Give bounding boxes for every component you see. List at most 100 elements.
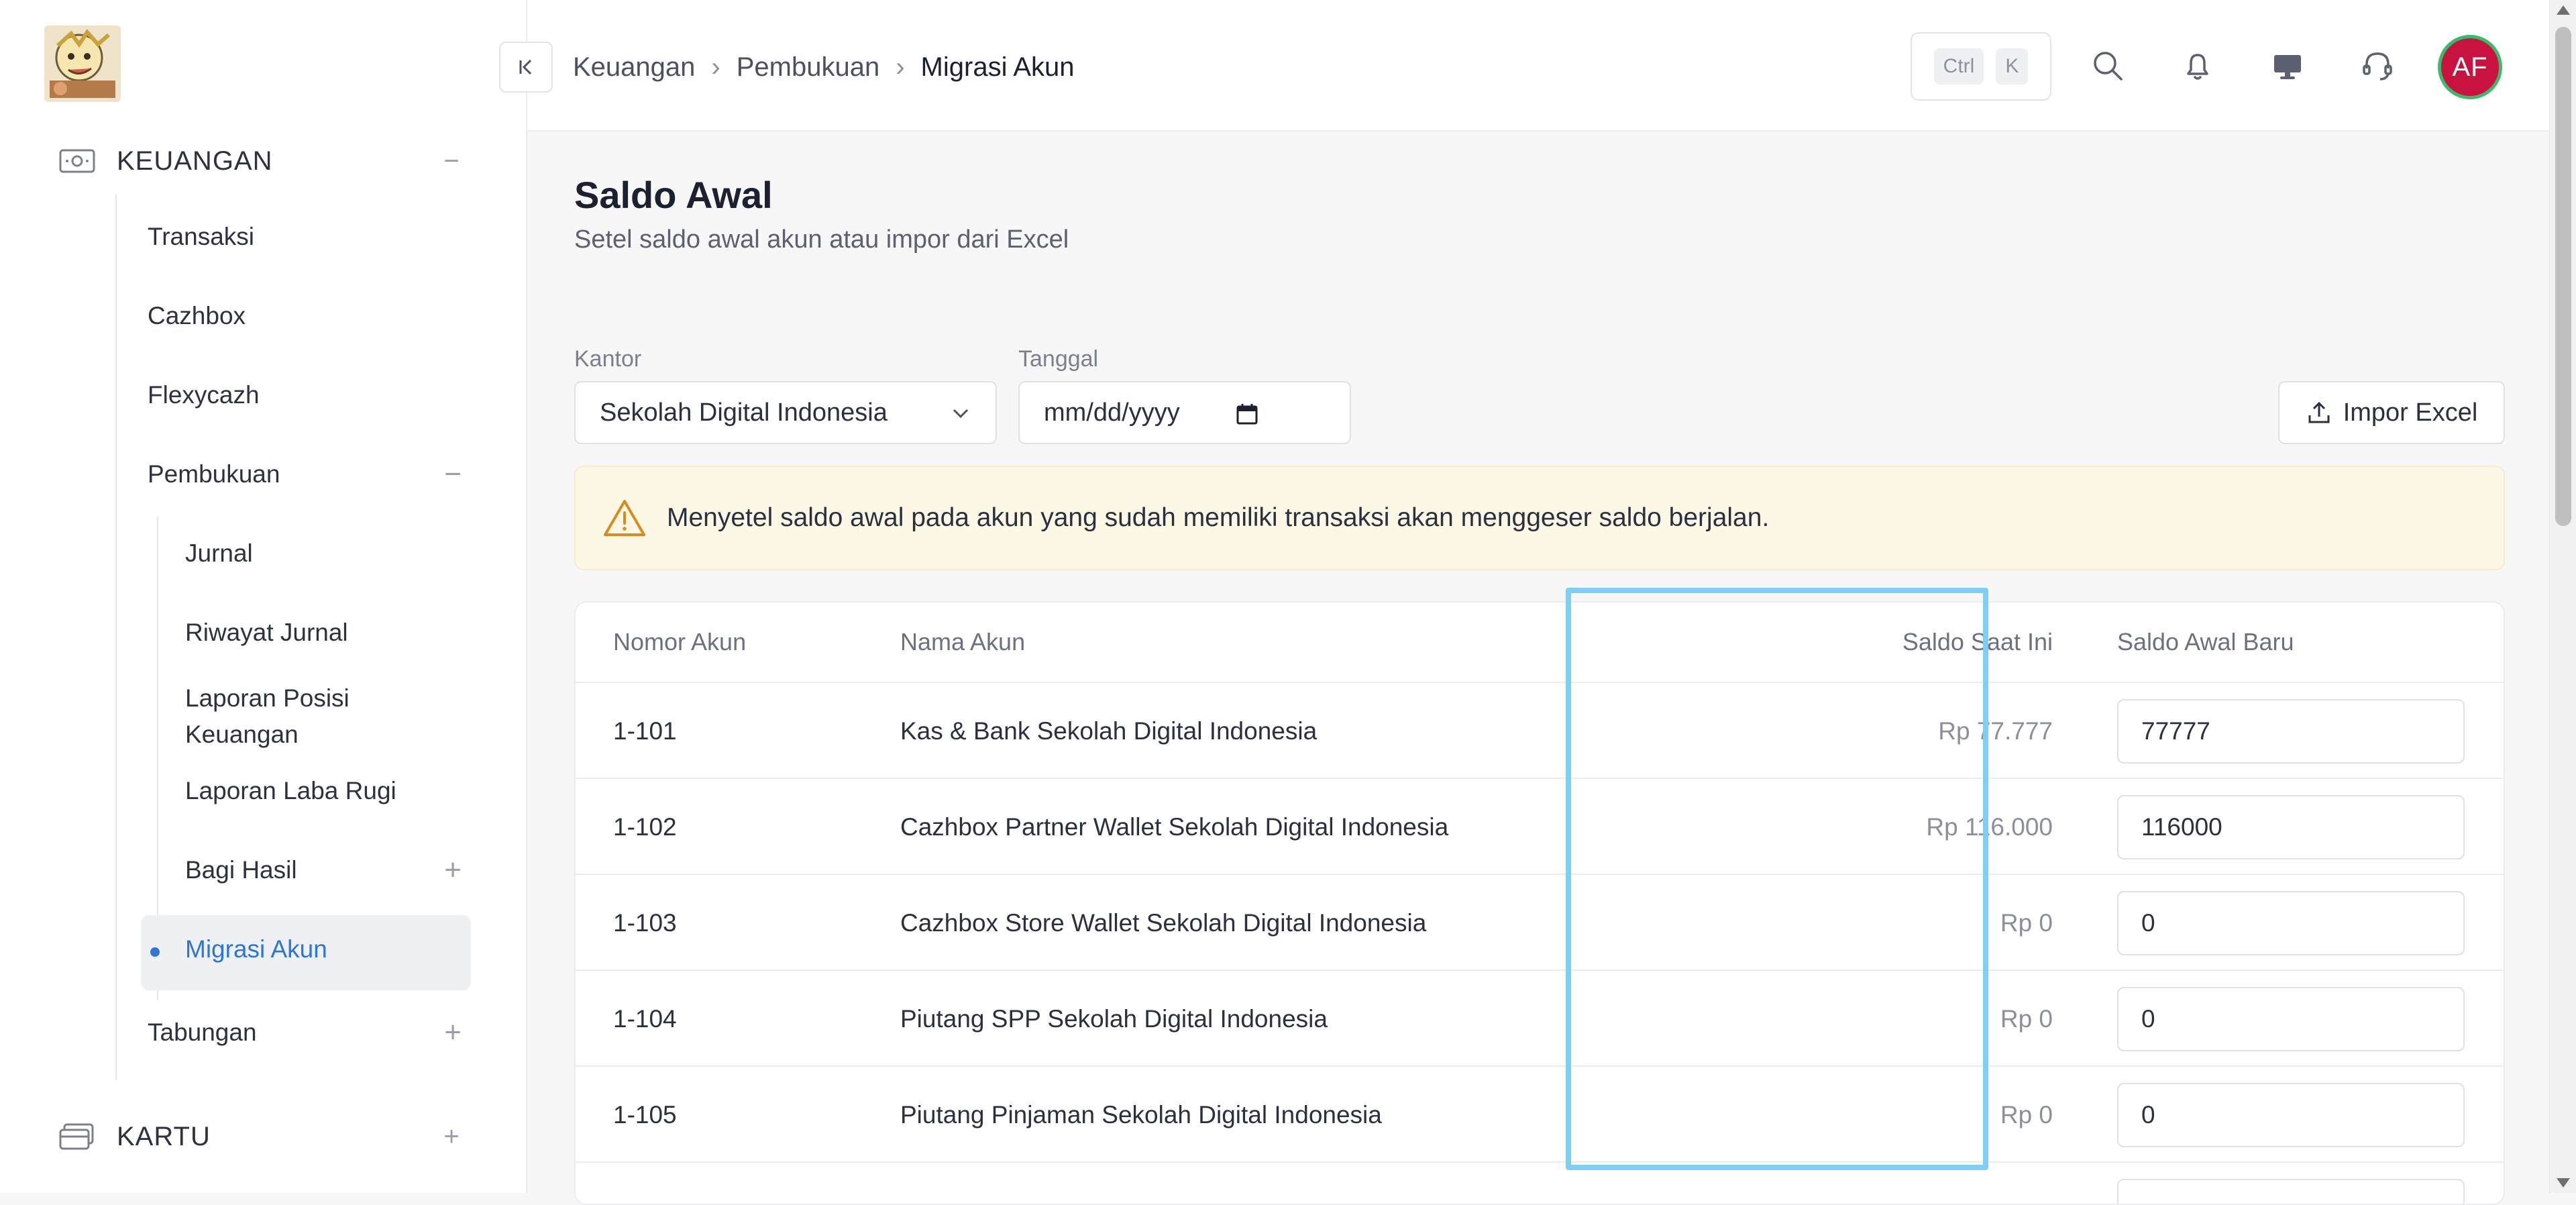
sidebar-item-label: Laporan Laba Rugi bbox=[185, 777, 396, 804]
account-name-cell: Piutang Pinjaman Sekolah Digital Indones… bbox=[900, 1100, 1382, 1129]
account-number-cell: 1-102 bbox=[613, 813, 677, 841]
collapse-left-icon bbox=[519, 59, 532, 75]
table-row: 1-105 Piutang Pinjaman Sekolah Digital I… bbox=[576, 1065, 2504, 1161]
account-number-cell: 1-103 bbox=[613, 908, 677, 937]
page-subtitle: Setel saldo awal akun atau impor dari Ex… bbox=[574, 225, 1069, 254]
avatar-initials: AF bbox=[2452, 52, 2488, 82]
opening-balance-table: Nomor Akun Nama Akun Saldo Saat Ini Sald… bbox=[574, 601, 2505, 1205]
scroll-thumb[interactable] bbox=[2555, 27, 2571, 526]
current-balance-cell: Rp 116.000 bbox=[1926, 813, 2053, 841]
nav-group-label: KARTU bbox=[117, 1121, 211, 1151]
calendar-icon[interactable] bbox=[1236, 403, 1258, 425]
table-row: 1-103 Cazhbox Store Wallet Sekolah Digit… bbox=[576, 874, 2504, 970]
breadcrumb-item-keuangan[interactable]: Keuangan bbox=[573, 52, 695, 83]
account-number-cell: 1-101 bbox=[613, 717, 677, 745]
expand-plus-icon[interactable]: + bbox=[441, 1123, 462, 1150]
page-scrollbar[interactable] bbox=[2549, 0, 2576, 1193]
column-header-account-name: Nama Akun bbox=[900, 628, 1026, 656]
nav-group-label: KEUANGAN bbox=[117, 146, 273, 176]
current-balance-cell: Rp 77.777 bbox=[1938, 717, 2053, 745]
column-header-new-opening-balance: Saldo Awal Baru bbox=[2117, 628, 2294, 656]
card-icon bbox=[59, 1122, 95, 1151]
collapse-minus-icon[interactable]: − bbox=[444, 458, 462, 491]
sidebar-item-label: Laporan Posisi Keuangan bbox=[185, 684, 350, 748]
sidebar-item-pembukuan[interactable]: Pembukuan − bbox=[148, 458, 462, 491]
chevron-right-icon: › bbox=[711, 52, 720, 82]
chevron-right-icon: › bbox=[896, 52, 905, 82]
collapse-sidebar-button[interactable] bbox=[499, 42, 553, 93]
sidebar-item-label: Jurnal bbox=[185, 539, 253, 567]
main-content: Saldo Awal Setel saldo awal akun atau im… bbox=[527, 132, 2549, 1205]
column-header-current-balance: Saldo Saat Ini bbox=[1902, 628, 2053, 656]
monitor-icon[interactable] bbox=[2266, 44, 2309, 87]
table-row: 1-104 Piutang SPP Sekolah Digital Indone… bbox=[576, 970, 2504, 1065]
warning-alert-text: Menyetel saldo awal pada akun yang sudah… bbox=[667, 503, 1770, 532]
breadcrumb-item-current: Migrasi Akun bbox=[920, 52, 1075, 82]
cash-icon bbox=[59, 146, 95, 176]
sidebar-item-riwayat-jurnal[interactable]: Riwayat Jurnal bbox=[185, 619, 348, 647]
account-number-cell: 1-104 bbox=[613, 1004, 677, 1033]
table-row bbox=[576, 1161, 2504, 1204]
office-label: Kantor bbox=[574, 346, 642, 372]
kbd-ctrl: Ctrl bbox=[1933, 48, 1984, 85]
import-excel-button[interactable]: Impor Excel bbox=[2278, 381, 2505, 444]
new-balance-input[interactable] bbox=[2117, 1179, 2465, 1204]
app-root: KEUANGAN − Transaksi Cazhbox Flexycazh P… bbox=[0, 0, 2576, 1205]
sidebar-item-label: Flexycazh bbox=[148, 381, 260, 409]
search-icon[interactable] bbox=[2086, 44, 2129, 87]
sidebar-item-label: Tabungan bbox=[148, 1018, 257, 1046]
sidebar-item-tabungan[interactable]: Tabungan + bbox=[148, 1016, 462, 1049]
breadcrumb-item-pembukuan[interactable]: Pembukuan bbox=[737, 52, 879, 83]
date-label: Tanggal bbox=[1018, 346, 1099, 372]
sidebar-item-bagi-hasil[interactable]: Bagi Hasil + bbox=[185, 853, 462, 887]
sidebar-item-laporan-laba-rugi[interactable]: Laporan Laba Rugi bbox=[185, 777, 396, 805]
breadcrumb: Keuangan › Pembukuan › Migrasi Akun bbox=[573, 48, 1075, 86]
expand-plus-icon[interactable]: + bbox=[444, 853, 462, 887]
sidebar: KEUANGAN − Transaksi Cazhbox Flexycazh P… bbox=[0, 0, 527, 1193]
nav-group-kartu[interactable]: KARTU + bbox=[59, 1110, 462, 1163]
date-input[interactable]: mm/dd/yyyy bbox=[1018, 381, 1351, 444]
bell-icon[interactable] bbox=[2176, 44, 2219, 87]
sidebar-item-cazhbox[interactable]: Cazhbox bbox=[148, 302, 246, 330]
warning-triangle-icon bbox=[604, 500, 645, 536]
sidebar-item-flexycazh[interactable]: Flexycazh bbox=[148, 381, 260, 409]
expand-plus-icon[interactable]: + bbox=[444, 1016, 462, 1049]
account-name-cell: Cazhbox Store Wallet Sekolah Digital Ind… bbox=[900, 908, 1427, 937]
account-name-cell: Piutang SPP Sekolah Digital Indonesia bbox=[900, 1004, 1328, 1033]
account-number-cell: 1-105 bbox=[613, 1100, 677, 1129]
office-select-value: Sekolah Digital Indonesia bbox=[600, 398, 888, 427]
collapse-minus-icon[interactable]: − bbox=[441, 148, 462, 174]
active-dot-icon bbox=[150, 947, 160, 957]
new-balance-input[interactable]: 0 bbox=[2117, 1083, 2465, 1147]
nav-group-keuangan[interactable]: KEUANGAN − bbox=[59, 134, 462, 188]
sidebar-item-jurnal[interactable]: Jurnal bbox=[185, 539, 253, 568]
headset-icon[interactable] bbox=[2356, 44, 2399, 87]
column-header-account-number: Nomor Akun bbox=[613, 628, 747, 656]
new-balance-value: 0 bbox=[2141, 909, 2155, 937]
sidebar-item-label: Migrasi Akun bbox=[185, 935, 327, 963]
sidebar-item-transaksi[interactable]: Transaksi bbox=[148, 223, 254, 251]
chevron-down-icon bbox=[953, 409, 969, 419]
new-balance-input[interactable]: 77777 bbox=[2117, 699, 2465, 764]
office-select[interactable]: Sekolah Digital Indonesia bbox=[574, 381, 997, 444]
sidebar-item-migrasi-akun[interactable]: Migrasi Akun bbox=[185, 935, 327, 963]
page-title: Saldo Awal bbox=[574, 174, 773, 216]
user-avatar[interactable]: AF bbox=[2438, 35, 2502, 99]
account-name-cell: Cazhbox Partner Wallet Sekolah Digital I… bbox=[900, 813, 1449, 841]
table-row: 1-102 Cazhbox Partner Wallet Sekolah Dig… bbox=[576, 778, 2504, 874]
new-balance-input[interactable]: 0 bbox=[2117, 891, 2465, 955]
current-balance-cell: Rp 0 bbox=[2000, 1004, 2053, 1033]
sidebar-item-label: Bagi Hasil bbox=[185, 856, 297, 884]
sidebar-item-laporan-posisi-keuangan[interactable]: Laporan Posisi Keuangan bbox=[185, 680, 386, 753]
scroll-down-arrow-icon[interactable] bbox=[2557, 1178, 2570, 1188]
new-balance-input[interactable]: 0 bbox=[2117, 987, 2465, 1051]
current-balance-cell: Rp 0 bbox=[2000, 1100, 2053, 1129]
new-balance-input[interactable]: 116000 bbox=[2117, 795, 2465, 859]
command-palette-shortcut[interactable]: Ctrl K bbox=[1911, 32, 2051, 101]
account-name-cell: Kas & Bank Sekolah Digital Indonesia bbox=[900, 717, 1318, 745]
new-balance-value: 0 bbox=[2141, 1005, 2155, 1033]
scroll-up-arrow-icon[interactable] bbox=[2557, 5, 2570, 15]
sidebar-item-label: Riwayat Jurnal bbox=[185, 619, 348, 646]
sidebar-item-label: Cazhbox bbox=[148, 302, 246, 329]
app-logo[interactable] bbox=[44, 25, 121, 102]
